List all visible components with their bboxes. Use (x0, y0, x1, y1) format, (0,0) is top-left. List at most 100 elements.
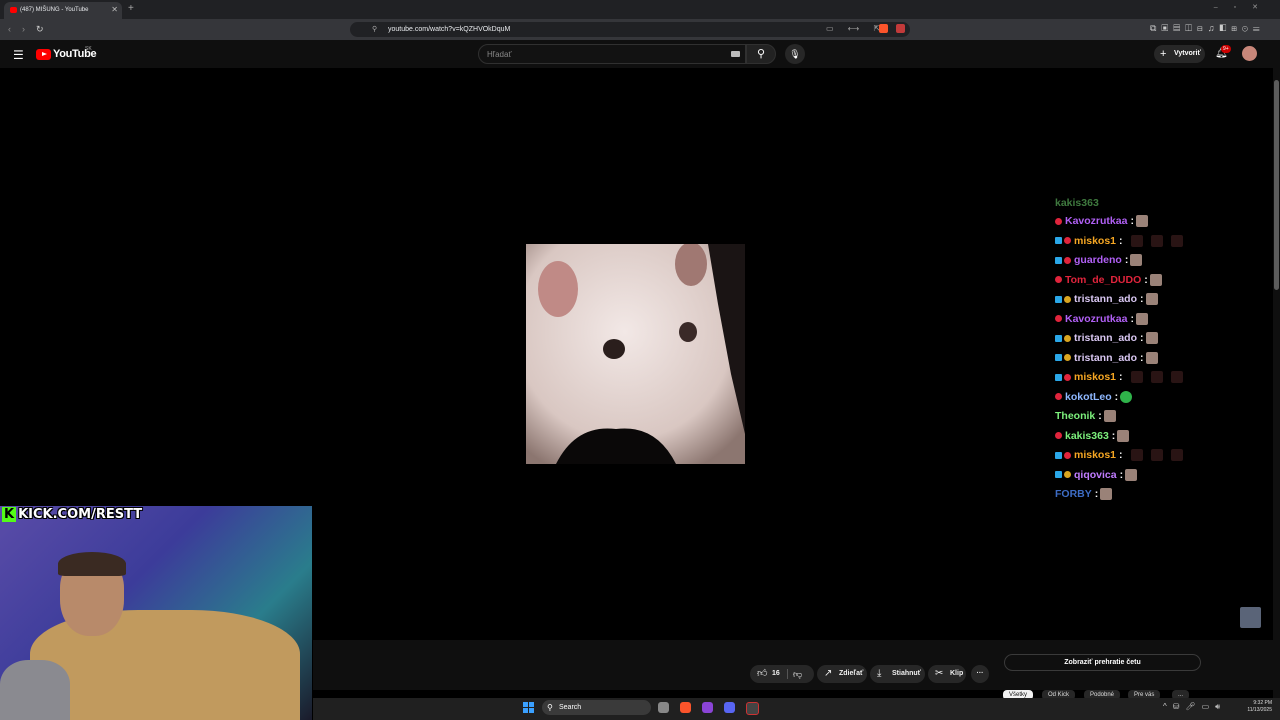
chat-username[interactable]: tristann_ado (1074, 332, 1137, 344)
emote-icon (1125, 468, 1138, 481)
share-label: Zdieľať (839, 670, 864, 677)
blue-badge-icon (1055, 451, 1062, 459)
clip-button[interactable]: ✂ Klip (928, 665, 966, 683)
chat-message: qiqovica: (1055, 467, 1138, 483)
chat-message-partial: kakis363 (1055, 197, 1099, 209)
red-badge-icon (1064, 237, 1071, 245)
thumbnail-image[interactable] (1240, 607, 1261, 628)
plus-icon: + (1160, 48, 1167, 60)
like-count: 16 (772, 670, 780, 677)
gold-badge-icon (1064, 295, 1071, 303)
faded-emote-icon (1150, 234, 1163, 247)
thumbs-up-icon[interactable]: 👍︎ (757, 665, 767, 683)
chat-message: kokotLeo: (1055, 389, 1133, 405)
discord-icon[interactable] (724, 702, 735, 713)
country-code: SK (85, 46, 92, 52)
chat-username[interactable]: tristann_ado (1074, 352, 1137, 364)
voice-search-button[interactable]: 🎙︎ (785, 44, 805, 64)
search-button[interactable]: ⚲ (746, 44, 776, 64)
chat-separator: : (1114, 390, 1119, 403)
site-info-icon[interactable]: ⚲ (372, 22, 377, 37)
red-badge-icon (1064, 373, 1071, 381)
chat-message: miskos1: (1055, 233, 1183, 249)
show-chat-replay-button[interactable]: Zobraziť prehratie četu (1004, 654, 1201, 671)
chat-username[interactable]: FORBY (1055, 488, 1092, 500)
faded-emote-icon (1150, 371, 1163, 384)
chat-username[interactable]: Theonik (1055, 410, 1095, 422)
obs-icon[interactable] (746, 702, 759, 715)
emote-icon (1100, 488, 1113, 501)
window-controls[interactable]: –▫✕ (1214, 3, 1274, 11)
chat-username[interactable]: kakis363 (1065, 430, 1109, 442)
new-tab-button[interactable]: + (128, 3, 134, 14)
task-view-icon[interactable] (658, 702, 669, 713)
chat-username[interactable]: qiqovica (1074, 469, 1117, 481)
chat-separator: : (1130, 312, 1134, 325)
chat-message: miskos1: (1055, 447, 1183, 463)
system-tray[interactable]: ^⛁🎤︎▭🔊︎ (1163, 702, 1226, 712)
avatar[interactable] (1242, 46, 1257, 61)
faded-emote-icon (1130, 234, 1143, 247)
chat-username[interactable]: miskos1 (1074, 449, 1116, 461)
gold-badge-icon (1064, 334, 1071, 342)
create-button[interactable]: + Vytvoriť (1154, 45, 1205, 63)
address-bar-actions[interactable]: ▭ ⟷ ⇱ (826, 24, 886, 33)
scrollbar-thumb[interactable] (1274, 80, 1279, 290)
url-text: youtube.com/watch?v=kQZHVOkDquM (388, 26, 511, 33)
kick-channel-label: K KICK.COM/RESTT (2, 507, 142, 523)
brave-browser-icon[interactable] (680, 702, 691, 713)
chat-username[interactable]: miskos1 (1074, 235, 1116, 247)
search-input[interactable]: Hľadať (478, 44, 746, 64)
kick-channel-text: KICK.COM/RESTT (18, 507, 143, 522)
tab-close-icon[interactable]: ✕ (111, 2, 118, 18)
emote-icon (1149, 273, 1162, 286)
forward-icon[interactable]: › (22, 24, 25, 34)
keyboard-icon[interactable] (731, 51, 740, 57)
taskbar-clock[interactable]: 9:32 PM 11/13/2025 (1236, 700, 1272, 714)
chat-separator: : (1140, 332, 1144, 344)
like-dislike-group[interactable]: 👍︎ 16 👎︎ (750, 665, 814, 683)
red-badge-icon (1064, 256, 1071, 264)
red-badge-icon (1055, 432, 1062, 440)
hamster-image (526, 244, 745, 464)
youtube-logo-icon[interactable] (36, 49, 51, 60)
chat-username[interactable]: guardeno (1074, 254, 1122, 266)
chat-username[interactable]: miskos1 (1074, 371, 1116, 383)
browser-tab[interactable]: (487) MIŠUNG - YouTube ✕ (4, 2, 122, 19)
chat-username[interactable]: Kavozrutkaa (1065, 215, 1127, 227)
taskbar-search[interactable]: ⚲ Search (542, 700, 651, 715)
download-label: Stiahnuť (892, 670, 922, 677)
emote-icon (1145, 293, 1158, 306)
green-emote-icon (1120, 390, 1133, 403)
chat-separator: : (1144, 273, 1148, 286)
reload-icon[interactable]: ↻ (36, 24, 44, 35)
thumbs-down-icon[interactable]: 👎︎ (793, 665, 802, 683)
chat-username[interactable]: Tom_de_DUDO (1065, 274, 1141, 286)
windows-start-icon[interactable] (523, 702, 535, 714)
chat-username[interactable]: tristann_ado (1074, 293, 1137, 305)
chat-username[interactable]: Kavozrutkaa (1065, 313, 1127, 325)
red-badge-icon (1055, 315, 1062, 323)
chat-separator: : (1111, 429, 1116, 442)
faded-emote-icon (1130, 371, 1143, 384)
chat-username[interactable]: kokotLeo (1065, 391, 1112, 403)
more-actions-button[interactable]: ··· (971, 665, 989, 683)
youtube-favicon-icon (10, 7, 17, 13)
red-badge-icon (1055, 393, 1062, 401)
brave-shield-icon[interactable] (879, 24, 888, 33)
chat-separator: : (1119, 468, 1124, 481)
blue-badge-icon (1055, 354, 1062, 362)
tab-title: (487) MIŠUNG - YouTube (20, 7, 89, 13)
faded-emote-icon (1150, 449, 1163, 462)
back-icon[interactable]: ‹ (8, 24, 11, 34)
twitch-icon[interactable] (702, 702, 713, 713)
blue-badge-icon (1055, 295, 1062, 303)
taskbar-search-label: Search (559, 704, 582, 711)
red-badge-icon (1055, 276, 1062, 284)
blue-badge-icon (1055, 373, 1062, 381)
download-button[interactable]: ⤓ Stiahnuť (870, 665, 925, 683)
browser-menu-icons[interactable]: ⧉▣▤◫⊟♫◧⊞⊙☰ (1150, 23, 1265, 34)
brave-rewards-icon[interactable] (896, 24, 905, 33)
menu-icon[interactable]: ☰ (13, 48, 24, 62)
share-button[interactable]: ↗ Zdieľať (817, 665, 867, 683)
